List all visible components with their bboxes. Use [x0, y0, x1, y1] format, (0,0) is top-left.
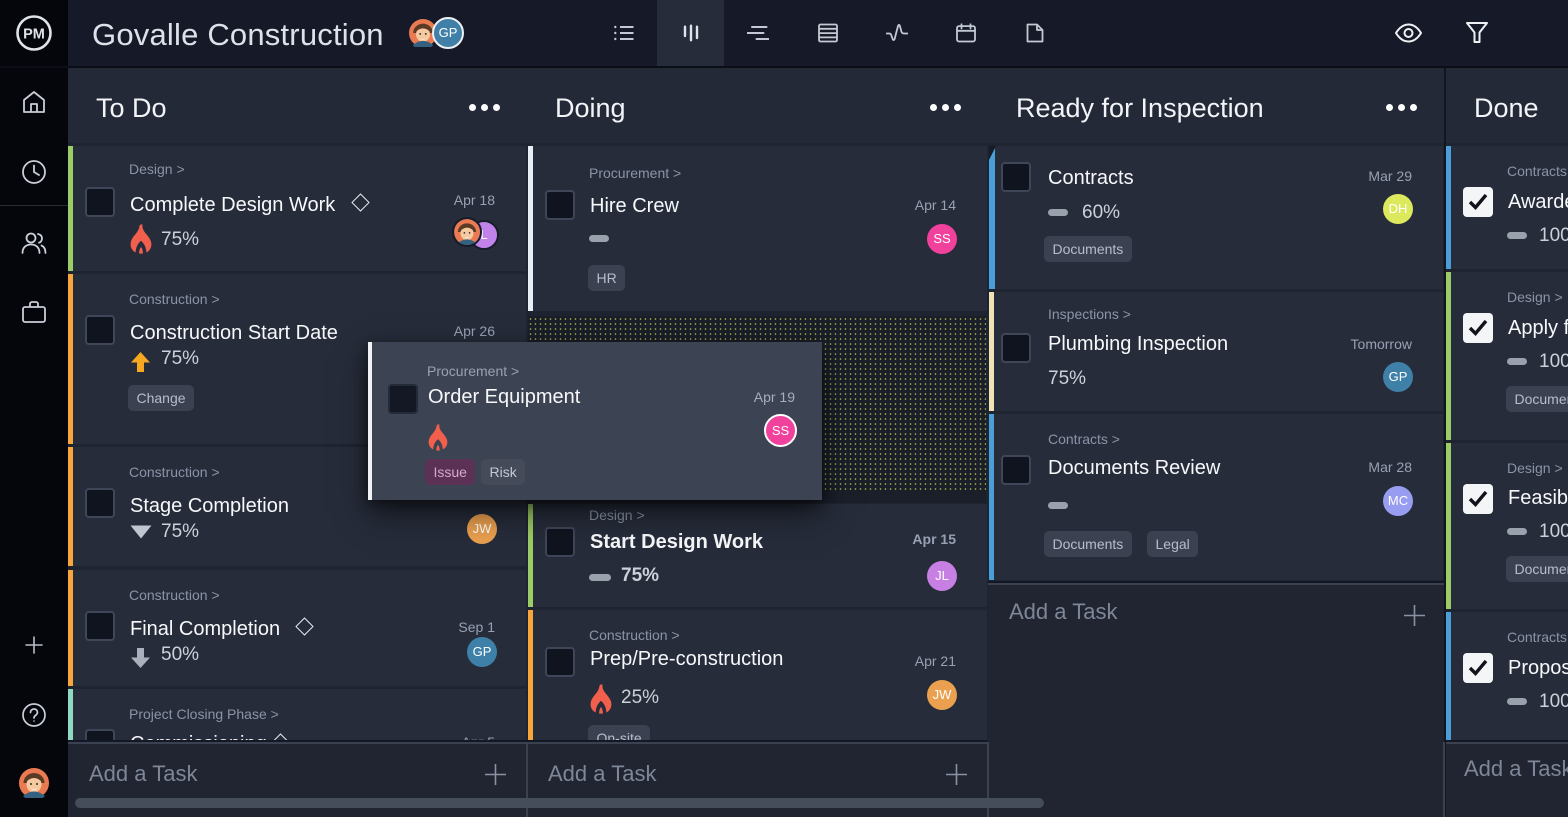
svg-text:PM: PM [23, 27, 45, 43]
